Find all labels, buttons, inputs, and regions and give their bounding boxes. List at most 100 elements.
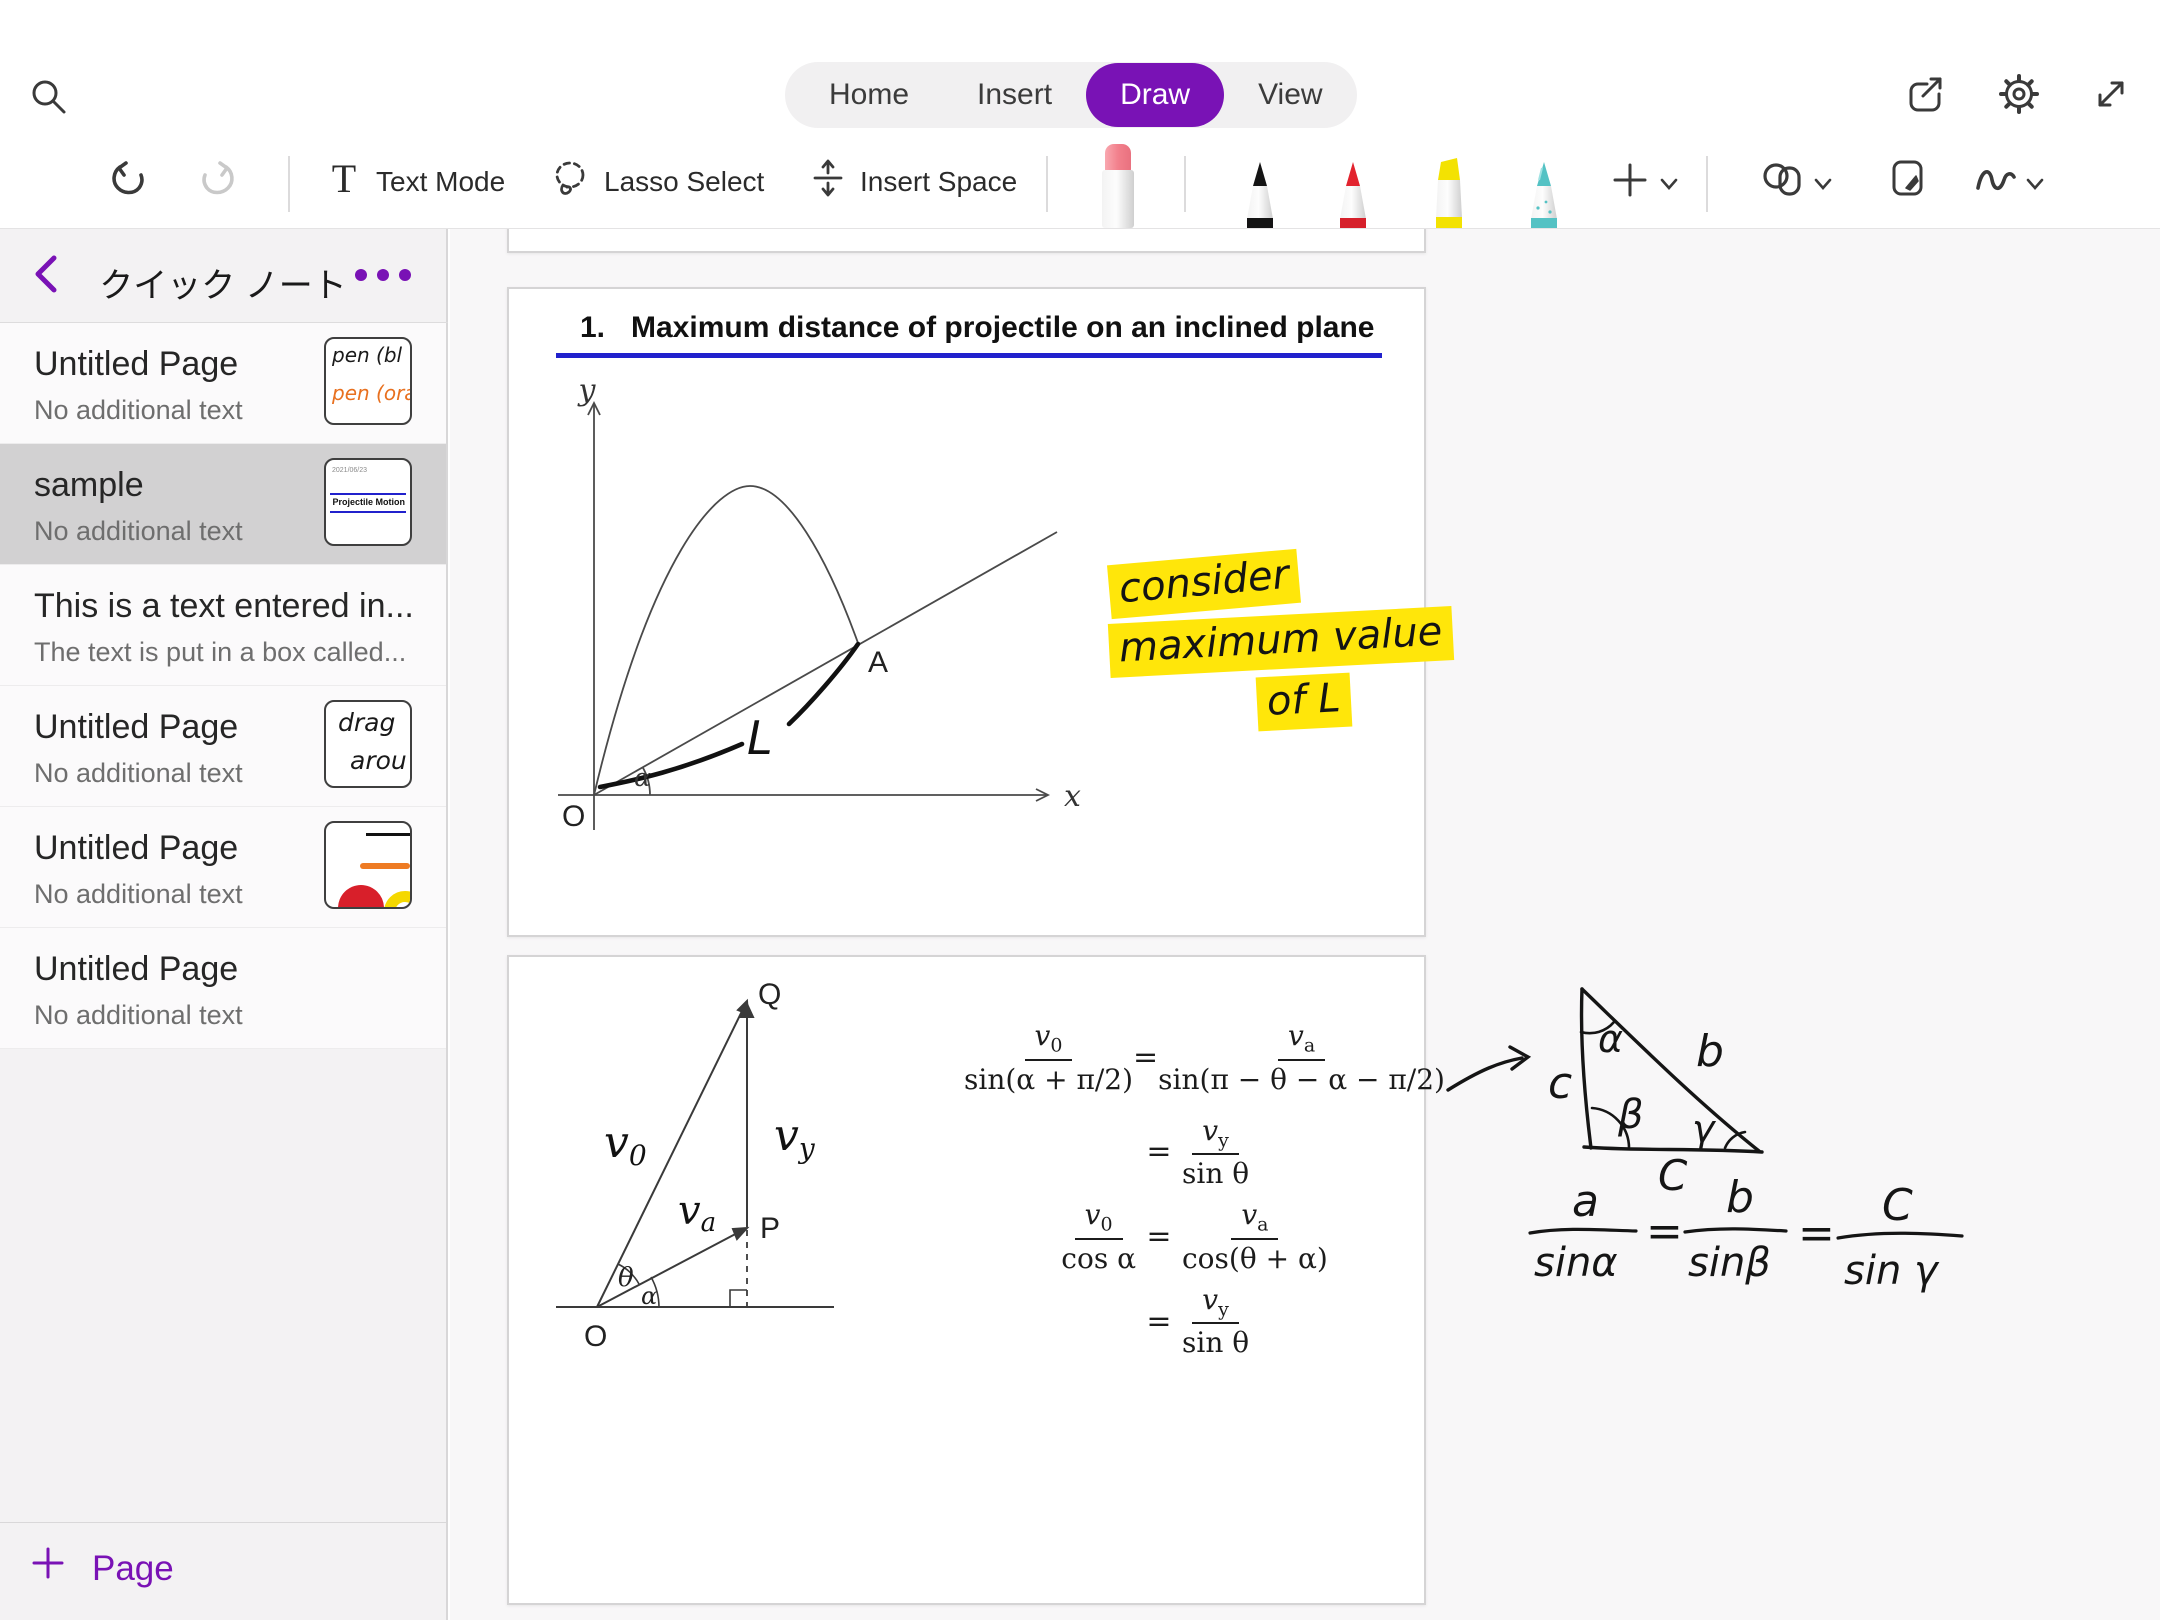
thumb-ink-red-arc — [338, 885, 384, 909]
thumb-rule — [330, 511, 406, 513]
pen-teal-tool[interactable] — [1526, 162, 1562, 228]
sketch-side-c-label: c — [1548, 1058, 1572, 1109]
diagram-q-label: Q — [758, 978, 781, 1011]
lasso-select-label[interactable]: Lasso Select — [604, 166, 764, 198]
undo-icon[interactable] — [106, 158, 150, 202]
highlighter-yellow-tool[interactable] — [1430, 158, 1468, 228]
page-list-item[interactable]: This is a text entered in... The text is… — [0, 565, 446, 686]
ink-note-highlighted: consider — [1107, 549, 1301, 619]
ink-effects-squiggle-icon[interactable] — [1972, 156, 2016, 200]
redo-icon[interactable] — [196, 158, 240, 202]
equals-sign: = — [1646, 1206, 1683, 1257]
page-thumbnail — [324, 821, 412, 909]
add-page-button[interactable]: Page — [92, 1549, 174, 1589]
fraction: vy sin θ — [1182, 1114, 1249, 1191]
search-icon[interactable] — [26, 74, 70, 118]
lasso-select-icon[interactable] — [548, 156, 592, 200]
tab-insert[interactable]: Insert — [943, 63, 1086, 127]
graph-y-label: y — [577, 382, 597, 408]
content-box-projectile[interactable]: 1. Maximum distance of projectile on an … — [507, 287, 1426, 937]
page-list-item[interactable]: Untitled Page No additional text drag ar… — [0, 686, 446, 807]
thumb-text: arou — [350, 746, 407, 775]
page-list-item[interactable]: Untitled Page No additional text — [0, 928, 446, 1049]
chevron-down-icon[interactable] — [1814, 178, 1832, 190]
svg-text:T: T — [332, 156, 356, 200]
add-page-plus-icon[interactable] — [30, 1545, 66, 1581]
sidebar-footer: Page — [0, 1522, 446, 1620]
top-toolbar: Home Insert Draw View — [0, 0, 2160, 229]
graph-length-label: L — [747, 711, 773, 765]
text-mode-label[interactable]: Text Mode — [376, 166, 505, 198]
equals-sign: = — [1136, 1304, 1182, 1339]
thumb-ink-orange-line — [360, 863, 410, 869]
toolbar-divider — [1184, 156, 1186, 212]
page-title: Untitled Page — [34, 950, 238, 989]
pen-red-tool[interactable] — [1335, 162, 1371, 228]
graph-point-a-label: A — [868, 646, 888, 679]
toolbar-divider — [288, 156, 290, 212]
sketch-gamma-label: γ — [1692, 1107, 1717, 1151]
sketch-side-bottom-label: C — [1658, 1151, 1688, 1200]
notebook-title: クイック ノート — [0, 258, 446, 307]
insert-space-label[interactable]: Insert Space — [860, 166, 1017, 198]
page-subtitle: No additional text — [34, 758, 243, 789]
graph-x-label: x — [1064, 779, 1081, 814]
add-pen-icon[interactable] — [1608, 158, 1652, 202]
thumb-text: pen (ora — [332, 381, 412, 405]
more-options-icon[interactable] — [354, 268, 412, 282]
text-mode-icon[interactable]: T — [322, 156, 366, 200]
ribbon-tabs: Home Insert Draw View — [785, 62, 1357, 128]
chevron-down-icon[interactable] — [2026, 178, 2044, 190]
equals-sign: = — [1798, 1208, 1835, 1259]
page-subtitle: No additional text — [34, 395, 243, 426]
diagram-alpha-label: α — [641, 1282, 657, 1310]
settings-gear-icon[interactable] — [1997, 72, 2041, 116]
page-list-sidebar: クイック ノート Untitled Page No additional tex… — [0, 228, 448, 1620]
eraser-tool[interactable] — [1098, 142, 1138, 228]
page-thumbnail: 2021/06/23 Projectile Motion — [324, 458, 412, 546]
content-box-vectors[interactable]: Q P O θ α v0 vy va v0 sin(α + π/2) = — [507, 955, 1426, 1605]
chevron-down-icon[interactable] — [1660, 178, 1678, 190]
fullscreen-icon[interactable] — [2089, 72, 2133, 116]
equation-block: v0 sin(α + π/2) = va sin(π − θ − α − π/2… — [964, 1019, 1424, 1367]
sine-rule-den-b: sinβ — [1688, 1240, 1771, 1286]
toolbar-divider — [1046, 156, 1048, 212]
note-canvas[interactable]: 1. Maximum distance of projectile on an … — [450, 228, 2160, 1620]
tab-view[interactable]: View — [1224, 63, 1356, 127]
insert-space-icon[interactable] — [806, 156, 850, 200]
tab-home[interactable]: Home — [795, 63, 943, 127]
shapes-icon[interactable] — [1760, 156, 1804, 200]
page-thumbnail: pen (bl pen (ora — [324, 337, 412, 425]
graph-origin-label: O — [562, 800, 585, 833]
sketch-alpha-label: α — [1598, 1017, 1623, 1061]
tab-draw[interactable]: Draw — [1086, 63, 1224, 127]
equation-row: = vy sin θ — [964, 1283, 1424, 1360]
equals-sign: = — [1133, 1040, 1158, 1075]
page-title: Untitled Page — [34, 708, 238, 747]
equals-sign: = — [1136, 1219, 1182, 1254]
diagram-vy-label: vy — [774, 1110, 816, 1165]
fraction: v0 sin(α + π/2) — [964, 1019, 1133, 1096]
page-subtitle: The text is put in a box called... — [34, 637, 406, 668]
thumb-title: Projectile Motion — [332, 497, 405, 507]
velocity-vector-diagram: Q P O θ α v0 vy va — [542, 972, 882, 1372]
equation-row: = vy sin θ — [964, 1114, 1424, 1191]
page-list-item-selected[interactable]: sample No additional text 2021/06/23 Pro… — [0, 444, 446, 565]
page-subtitle: No additional text — [34, 1000, 243, 1031]
sine-rule-num-c: C — [1882, 1180, 1913, 1231]
equation-row: v0 cos α = va cos(θ + α) — [964, 1198, 1424, 1275]
diagram-p-label: P — [760, 1212, 780, 1245]
share-icon[interactable] — [1903, 72, 1947, 116]
thumb-text: drag — [338, 708, 395, 737]
diagram-o-label: O — [584, 1320, 607, 1353]
pen-black-tool[interactable] — [1242, 162, 1278, 228]
page-list-item[interactable]: Untitled Page No additional text pen (bl… — [0, 323, 446, 444]
ink-to-shape-icon[interactable] — [1886, 156, 1930, 200]
content-box-partial[interactable] — [507, 228, 1426, 253]
equals-sign: = — [1136, 1134, 1182, 1169]
sine-rule-den-a: sinα — [1534, 1240, 1618, 1286]
thumb-text: pen (bl — [332, 343, 402, 367]
page-list-item[interactable]: Untitled Page No additional text — [0, 807, 446, 928]
thumb-rule — [330, 493, 406, 495]
ink-sketch-sine-rule: α β γ b c C a sinα = b sinβ = C sin γ — [1430, 950, 2010, 1340]
